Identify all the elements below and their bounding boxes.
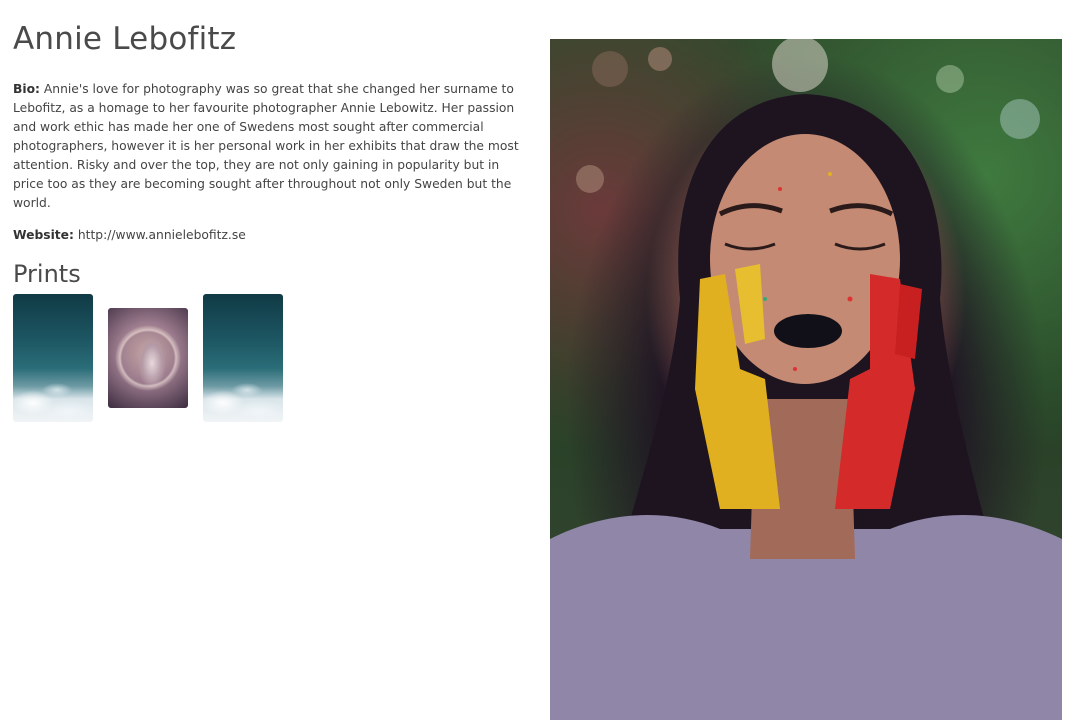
- website-link[interactable]: http://www.annielebofitz.se: [78, 228, 246, 242]
- artist-bio: Bio: Annie's love for photography was so…: [13, 80, 523, 213]
- prints-heading: Prints: [13, 260, 81, 288]
- artist-profile: Annie Lebofitz Bio: Annie's love for pho…: [13, 0, 523, 422]
- bio-label: Bio:: [13, 82, 40, 96]
- portrait-illustration: [550, 39, 1062, 720]
- prints-gallery: [13, 294, 523, 422]
- artist-portrait-photo: [550, 39, 1062, 720]
- print-thumbnail-ocean-2[interactable]: [203, 294, 283, 422]
- bio-text: Annie's love for photography was so grea…: [13, 82, 519, 210]
- artist-website: Website: http://www.annielebofitz.se: [13, 226, 523, 245]
- print-thumbnail-bubble[interactable]: [108, 308, 188, 408]
- artist-name: Annie Lebofitz: [13, 21, 237, 57]
- print-thumbnail-ocean-1[interactable]: [13, 294, 93, 422]
- website-label: Website:: [13, 228, 74, 242]
